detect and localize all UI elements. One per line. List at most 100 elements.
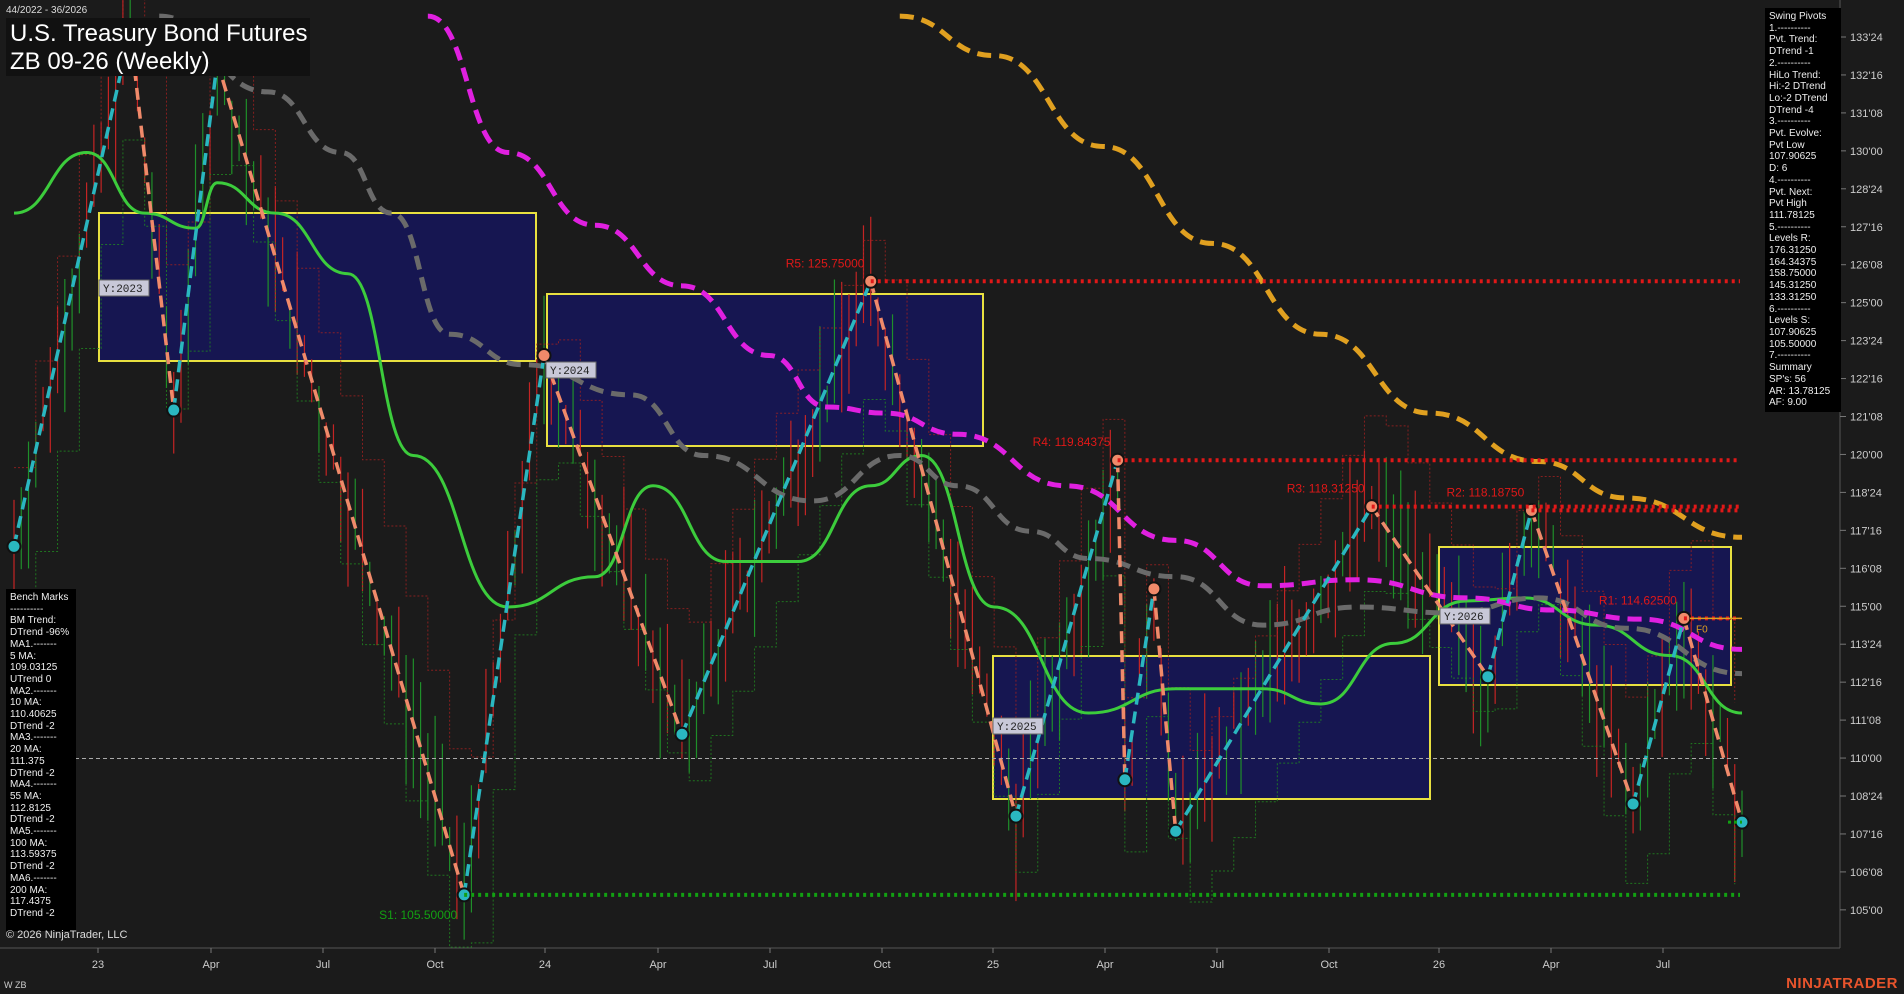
swing-pivots-line: 145.31250 (1769, 280, 1817, 292)
bench-marks-line: 10 MA: (10, 697, 42, 709)
bench-marks-line: 200 MA: (10, 884, 48, 896)
bench-marks-line: DTrend -96% (10, 627, 70, 639)
fib-label: F0 (1696, 624, 1708, 635)
price-chart[interactable]: 133'24 132'16 131'08 130'00 128'24 127'16 126'… (0, 0, 1904, 994)
year-label: Y:2026 (1444, 612, 1484, 624)
y-tick-label: 125'00 (1850, 298, 1883, 310)
swing-pivots-line: Pvt. Trend: (1769, 34, 1818, 46)
bench-marks-line: DTrend -2 (10, 907, 55, 919)
x-tick-label: Oct (426, 959, 443, 971)
year-label: Y:2025 (997, 722, 1037, 734)
y-tick-label: 113'24 (1850, 639, 1882, 651)
x-tick-label: 24 (539, 959, 551, 971)
swing-pivots-line: DTrend -4 (1769, 104, 1814, 116)
x-tick-label: Jul (316, 959, 330, 971)
bench-marks-line: DTrend -2 (10, 861, 55, 873)
swing-pivots-line: AR: 13.78125 (1769, 385, 1831, 397)
swing-pivots-line: Pvt. Next: (1769, 186, 1813, 198)
x-tick-label: 26 (1433, 959, 1445, 971)
level-label: R1: 114.62500 (1599, 593, 1677, 607)
swing-pivots-line: Pvt High (1769, 198, 1807, 210)
bench-marks-line: 117.4375 (10, 896, 51, 908)
level-label: R2: 118.18750 (1446, 485, 1524, 499)
swing-pivots-line: Lo:-2 DTrend (1769, 92, 1828, 104)
bench-marks-line: MA4.------- (10, 779, 57, 791)
swing-pivots-line: 176.31250 (1769, 245, 1817, 257)
swing-high-marker (1146, 581, 1162, 597)
y-tick-label: 128'24 (1850, 184, 1883, 196)
ninjatrader-logo: NINJATRADER (1786, 975, 1898, 992)
swing-pivots-panel: Swing Pivots 1.---------- Pvt. Trend: DTren… (1765, 8, 1841, 412)
bench-marks-line: ---------- (10, 603, 44, 615)
y-tick-label: 131'08 (1850, 108, 1883, 120)
bench-marks-line: 112.8125 (10, 802, 51, 814)
level-label: R4: 119.84375 (1033, 435, 1111, 449)
swing-low-marker (1480, 669, 1496, 685)
swing-pivots-line: 158.75000 (1769, 268, 1817, 280)
y-tick-label: 112'16 (1850, 677, 1882, 689)
y-tick-label: 110'00 (1850, 753, 1882, 765)
swing-pivots-line: AF: 9.00 (1769, 397, 1807, 409)
bench-marks-line: 110.40625 (10, 709, 57, 721)
x-tick-label: Jul (1210, 959, 1224, 971)
bench-marks-line: 111.375 (10, 755, 45, 767)
candles (13, 0, 1743, 940)
bench-marks-line: DTrend -2 (10, 814, 55, 826)
swing-pivots-line: 6.---------- (1769, 303, 1811, 315)
bench-marks-line: 100 MA: (10, 837, 48, 849)
bench-marks-line: MA2.------- (10, 685, 57, 697)
swing-pivots-line: 111.78125 (1769, 209, 1815, 221)
swing-pivots-line: D: 6 (1769, 163, 1788, 175)
swing-pivots-line: DTrend -1 (1769, 46, 1814, 58)
bench-marks-line: 109.03125 (10, 662, 58, 674)
bench-marks-line: Bench Marks (10, 592, 69, 603)
swing-low-marker (1008, 808, 1024, 824)
level-label: R3: 118.31250 (1287, 482, 1365, 496)
y-tick-label: 117'16 (1850, 525, 1882, 537)
y-tick-label: 133'24 (1850, 32, 1883, 44)
swing-high-marker (536, 348, 552, 364)
swing-pivots-line: HiLo Trend: (1769, 69, 1821, 81)
swing-pivots-line: Pvt. Evolve: (1769, 128, 1822, 140)
bench-marks-line: UTrend 0 (10, 673, 52, 685)
y-tick-label: 127'16 (1850, 222, 1883, 234)
bench-marks-line: 5 MA: (10, 650, 37, 662)
bench-marks-line: DTrend -2 (10, 767, 55, 779)
swing-pivots-line: 107.90625 (1769, 151, 1817, 163)
level-label: R5: 125.75000 (786, 256, 865, 270)
bench-marks-line: MA3.------- (10, 732, 57, 744)
swing-pivots-line: Levels R: (1769, 233, 1811, 245)
y-tick-label: 130'00 (1850, 146, 1883, 158)
y-tick-label: 126'08 (1850, 260, 1883, 272)
swing-pivots-line: 105.50000 (1769, 338, 1817, 350)
y-tick-label: 118'24 (1850, 487, 1882, 499)
year-label: Y:2023 (103, 284, 143, 296)
x-tick-label: Apr (1096, 959, 1113, 971)
y-tick-label: 108'24 (1850, 791, 1883, 803)
y-tick-label: 116'08 (1850, 563, 1882, 575)
swing-low-marker (1117, 772, 1133, 788)
swing-pivots-line: 164.34375 (1769, 256, 1817, 268)
y-tick-label: 107'16 (1850, 829, 1883, 841)
bench-marks-line: BM Trend: (10, 615, 57, 627)
y-tick-label: 106'08 (1850, 867, 1883, 879)
chart-title: U.S. Treasury Bond Futures (10, 20, 308, 47)
bench-marks-line: 113.59375 (10, 849, 57, 861)
swing-pivots-line: Summary (1769, 362, 1812, 374)
swing-pivots-line: SP's: 56 (1769, 373, 1806, 385)
bench-marks-line: MA1.------- (10, 638, 57, 650)
swing-low-marker (674, 726, 690, 742)
y-tick-label: 120'00 (1850, 449, 1883, 461)
chart-subtitle: ZB 09-26 (Weekly) (10, 48, 210, 75)
x-tick-label: Oct (873, 959, 890, 971)
swing-pivots-line: 3.---------- (1769, 116, 1811, 128)
y-tick-label: 115'00 (1850, 601, 1882, 613)
bench-marks-line: 20 MA: (10, 744, 42, 756)
swing-pivots-line: 5.---------- (1769, 221, 1811, 233)
swing-pivots-line: 7.---------- (1769, 350, 1811, 362)
series-tag: W ZB (4, 980, 27, 990)
year-label: Y:2024 (550, 366, 590, 378)
bench-marks-line: MA5.------- (10, 826, 57, 838)
date-range: 44/2022 - 36/2026 (6, 5, 88, 16)
swing-pivots-line: 2.---------- (1769, 57, 1811, 69)
